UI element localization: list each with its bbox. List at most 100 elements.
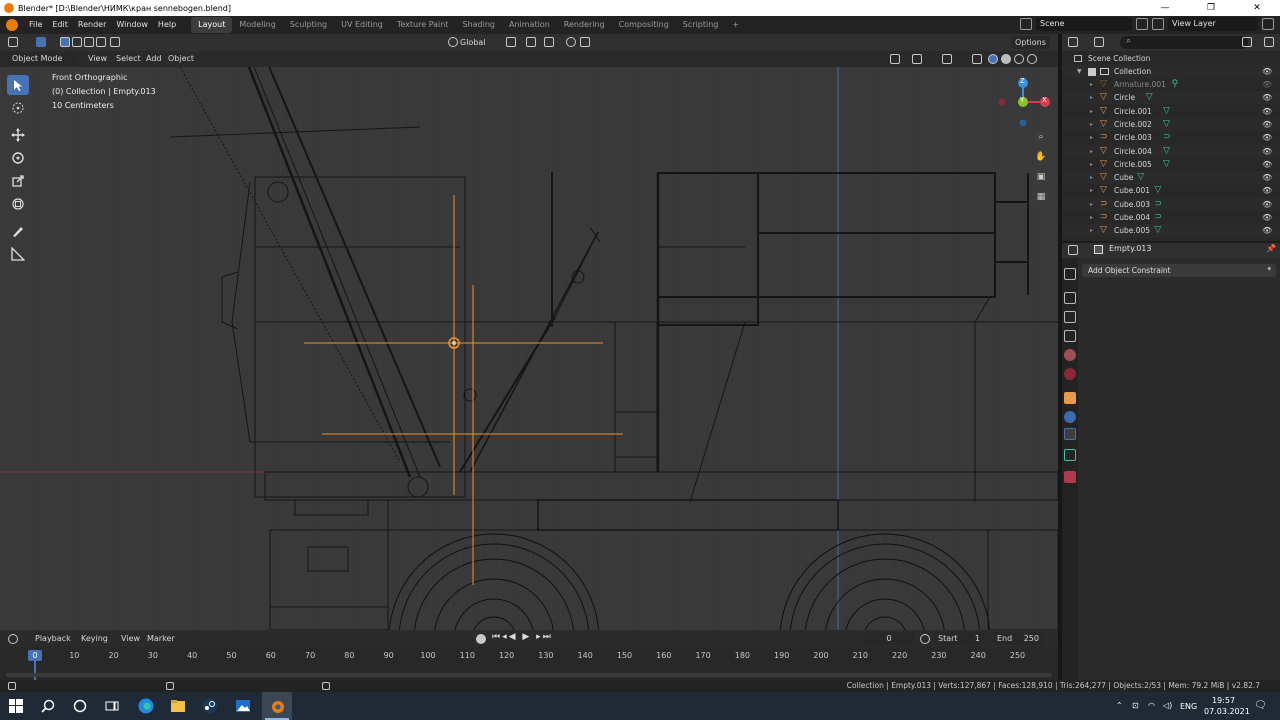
menu-help[interactable]: Help [153, 16, 181, 34]
proportional-falloff-icon[interactable] [580, 37, 590, 47]
view-layer-selector-icon[interactable] [1152, 18, 1164, 30]
outliner-item[interactable]: ▸ ▽ Cube.001 ▽ 👁 [1062, 184, 1280, 197]
select-mode-invert-icon[interactable] [110, 37, 120, 47]
overlay-toggle-icon[interactable] [942, 54, 952, 64]
tab-texture-paint[interactable]: Texture Paint [390, 17, 456, 33]
outliner-item[interactable]: ▸ ▽ Cube ▽ 👁 [1062, 171, 1280, 185]
timeline-scrollbar[interactable] [6, 673, 1052, 677]
playback-controls[interactable]: ⏮◂◀ ▶ ▸⏭ [492, 632, 553, 642]
viewport-menu-view[interactable]: View [88, 52, 107, 65]
select-mode-subtract-icon[interactable] [84, 37, 94, 47]
tab-compositing[interactable]: Compositing [612, 17, 676, 33]
eye-icon[interactable]: 👁 [1262, 158, 1272, 171]
new-view-layer-icon[interactable] [1262, 18, 1274, 30]
pin-icon[interactable]: 📌 [1266, 244, 1276, 253]
texture-tab-icon[interactable] [1064, 471, 1076, 483]
menu-edit[interactable]: Edit [47, 16, 73, 34]
snap-toggle-icon[interactable] [526, 37, 536, 47]
outliner-item[interactable]: ▸ ⊃ Cube.003 ⊃ 👁 [1062, 197, 1280, 211]
material-shading-icon[interactable] [1014, 54, 1024, 64]
timeline-editor-type-icon[interactable] [8, 634, 18, 644]
eye-icon[interactable]: 👁 [1262, 118, 1272, 131]
world-tab-icon[interactable] [1064, 368, 1076, 380]
clock-time[interactable]: 19:57 [1212, 696, 1235, 705]
task-view-icon[interactable] [105, 699, 119, 713]
record-icon[interactable] [476, 634, 486, 644]
eye-icon[interactable]: 👁 [1262, 184, 1272, 197]
expand-icon[interactable]: ▸ [1090, 118, 1093, 131]
transform-orientation-dropdown[interactable]: Global [460, 36, 486, 49]
eye-icon[interactable]: 👁 [1262, 145, 1272, 158]
input-language[interactable]: ENG [1180, 702, 1197, 711]
add-workspace-button[interactable]: + [725, 17, 746, 33]
3d-viewport[interactable]: Front Orthographic (0) Collection | Empt… [0, 67, 1058, 630]
expand-icon[interactable]: ▸ [1090, 171, 1093, 184]
start-frame-field[interactable]: Start 1 [934, 632, 984, 645]
expand-icon[interactable]: ▸ [1090, 224, 1093, 237]
visibility-filter-icon[interactable] [890, 54, 900, 64]
expand-icon[interactable]: ▸ [1090, 211, 1093, 224]
outliner-item[interactable]: ▸ ▽ Circle ▽ 👁 [1062, 91, 1280, 105]
expand-icon[interactable]: ▸ [1090, 131, 1093, 144]
timeline-ruler[interactable]: 10 20 30 40 50 60 70 80 90 100 110 120 130 140 150 160 1… [0, 647, 1058, 680]
timeline-menu-keying[interactable]: Keying [81, 632, 108, 645]
end-frame-field[interactable]: End 250 [993, 632, 1043, 645]
outliner-item[interactable]: ▸ ▽ Cube.005 ▽ 👁 [1062, 224, 1280, 238]
network-icon[interactable]: ⊡ [1132, 701, 1139, 710]
tray-chevron-icon[interactable]: ⌃ [1116, 701, 1123, 710]
eye-icon[interactable]: 👁 [1262, 78, 1272, 91]
menu-render[interactable]: Render [73, 16, 111, 34]
select-mode-extend-icon[interactable] [72, 37, 82, 47]
tab-scripting[interactable]: Scripting [676, 17, 726, 33]
zoom-view-icon[interactable]: ⌕ [1033, 129, 1049, 145]
rotate-tool-icon[interactable] [7, 148, 29, 168]
eye-icon[interactable]: 👁 [1262, 211, 1272, 224]
timeline-menu-playback[interactable]: Playback [35, 632, 71, 645]
outliner-item[interactable]: ▸ ▽ Circle.002 ▽ 👁 [1062, 117, 1280, 131]
properties-editor-type-icon[interactable] [1068, 245, 1078, 255]
expand-icon[interactable]: ▸ [1090, 105, 1093, 118]
viewport-menu-add[interactable]: Add [146, 52, 162, 65]
blender-taskbar-button[interactable] [262, 692, 292, 720]
move-tool-icon[interactable] [7, 125, 29, 145]
render-tab-icon[interactable] [1064, 292, 1076, 304]
eye-icon[interactable]: 👁 [1262, 171, 1272, 184]
output-tab-icon[interactable] [1064, 311, 1076, 323]
outliner-item[interactable]: ▸ ▽ Circle.001 ▽ 👁 [1062, 105, 1280, 118]
outliner-item[interactable]: ▸ ▽ Circle.005 ▽ 👁 [1062, 158, 1280, 171]
eye-icon[interactable]: 👁 [1262, 198, 1272, 211]
transform-tool-icon[interactable] [7, 194, 29, 214]
notifications-icon[interactable]: 🗨 [1254, 700, 1267, 711]
expand-icon[interactable]: ▸ [1090, 184, 1093, 197]
select-mode-intersect-icon[interactable] [96, 37, 106, 47]
new-scene-icon[interactable] [1136, 18, 1148, 30]
steam-icon[interactable] [202, 698, 218, 714]
search-icon[interactable] [41, 699, 55, 713]
outliner-editor-type-icon[interactable] [1068, 37, 1078, 47]
current-frame-field[interactable]: 0 [864, 632, 914, 645]
viewport-menu-select[interactable]: Select [116, 52, 141, 65]
annotate-tool-icon[interactable] [7, 221, 29, 241]
view-layer-field[interactable]: View Layer [1168, 17, 1258, 31]
scale-tool-icon[interactable] [7, 171, 29, 191]
preview-range-icon[interactable] [920, 634, 930, 644]
new-collection-icon[interactable] [1264, 37, 1274, 47]
wifi-icon[interactable]: ◠ [1148, 701, 1155, 710]
volume-icon[interactable]: ◁) [1163, 701, 1172, 710]
tab-shading[interactable]: Shading [455, 17, 502, 33]
playhead-frame-label[interactable]: 0 [28, 650, 42, 661]
object-tab-icon[interactable] [1064, 392, 1076, 404]
view-layer-tab-icon[interactable] [1064, 330, 1076, 342]
add-object-constraint-dropdown[interactable]: Add Object Constraint ▾ [1082, 264, 1276, 277]
display-mode-icon[interactable] [1094, 37, 1104, 47]
photos-app-icon[interactable] [235, 698, 251, 714]
filter-icon[interactable] [1242, 37, 1252, 47]
eye-icon[interactable]: 👁 [1262, 91, 1272, 104]
scene-selector-icon[interactable] [1020, 18, 1032, 30]
tab-uv-editing[interactable]: UV Editing [334, 17, 390, 33]
solid-shading-icon[interactable] [1001, 54, 1011, 64]
tab-animation[interactable]: Animation [502, 17, 557, 33]
outliner-search-input[interactable]: ⌕ [1120, 36, 1248, 49]
clock-date[interactable]: 07.03.2021 [1204, 707, 1250, 716]
cursor-tool-icon[interactable] [7, 98, 29, 118]
